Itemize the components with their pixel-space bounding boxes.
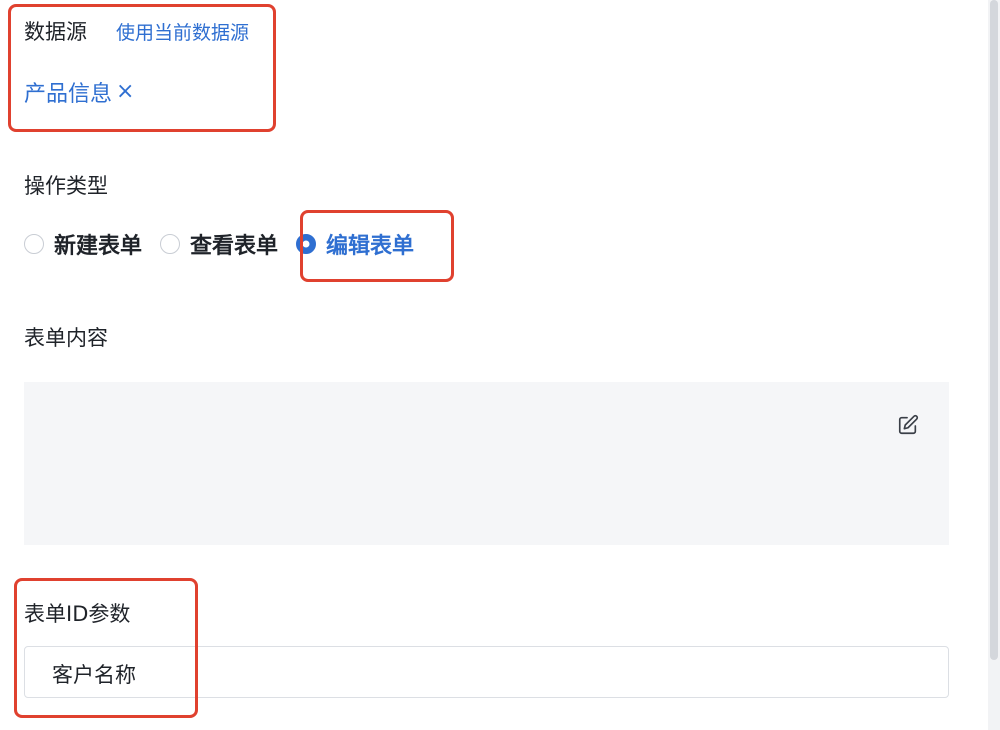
radio-view-form-label: 查看表单 [190, 234, 279, 259]
vertical-scrollbar[interactable] [988, 0, 1000, 730]
remove-tag-icon[interactable]: × [116, 81, 134, 103]
form-id-param-input[interactable]: 客户名称 [24, 646, 949, 698]
radio-circle-icon [160, 234, 181, 254]
form-id-param-value: 客户名称 [52, 663, 136, 687]
scrollbar-thumb[interactable] [990, 0, 998, 660]
operation-type-label: 操作类型 [24, 174, 108, 198]
form-id-param-label: 表单ID参数 [24, 602, 131, 626]
edit-icon[interactable] [897, 414, 919, 436]
radio-view-form[interactable]: 查看表单 [160, 228, 278, 260]
radio-new-form-label: 新建表单 [54, 234, 143, 259]
operation-type-radio-group: 新建表单 查看表单 编辑表单 [24, 228, 432, 260]
use-current-datasource-link[interactable]: 使用当前数据源 [116, 18, 249, 45]
datasource-label: 数据源 [24, 20, 87, 44]
datasource-tag: 产品信息 × [24, 76, 134, 108]
datasource-tag-label: 产品信息 [24, 82, 113, 107]
radio-checked-icon [296, 234, 317, 254]
form-content-area [24, 382, 949, 545]
radio-edit-form-label: 编辑表单 [326, 234, 415, 259]
radio-new-form[interactable]: 新建表单 [24, 228, 142, 260]
form-content-label: 表单内容 [24, 326, 108, 350]
radio-circle-icon [24, 234, 44, 254]
radio-edit-form[interactable]: 编辑表单 [296, 228, 414, 260]
